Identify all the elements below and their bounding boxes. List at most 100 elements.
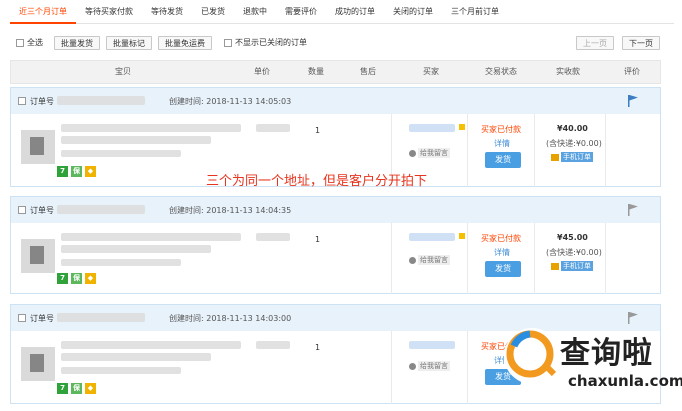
gold-seller-icon: ◆ bbox=[85, 273, 96, 284]
quantity-value: 1 bbox=[315, 235, 321, 244]
hide-closed-toggle[interactable]: 不显示已关闭的订单 bbox=[224, 36, 307, 50]
redacted-buyer-name[interactable] bbox=[409, 341, 455, 349]
buyer-level-icon bbox=[459, 233, 465, 239]
redacted-unit-price bbox=[256, 233, 290, 241]
ship-button[interactable]: 发货 bbox=[485, 152, 521, 168]
mobile-order: 手机订单 bbox=[551, 261, 593, 271]
redacted-unit-price bbox=[256, 341, 290, 349]
product-thumbnail[interactable] bbox=[21, 130, 55, 164]
col-unit-price: 单价 bbox=[254, 67, 270, 76]
order-created-time: 创建时间: 2018-11-13 14:05:03 bbox=[169, 97, 292, 106]
mobile-order-icon bbox=[551, 262, 559, 270]
logo-mark bbox=[504, 328, 560, 384]
redacted-product-title bbox=[61, 124, 241, 132]
buyer-level-icon bbox=[459, 124, 465, 130]
tab-successful[interactable]: 成功的订单 bbox=[326, 0, 384, 24]
quantity-value: 1 bbox=[315, 343, 321, 352]
tab-awaiting-payment[interactable]: 等待买家付款 bbox=[76, 0, 142, 24]
guarantee-icon: 保 bbox=[71, 383, 82, 394]
buyer-message-label: 给我留言 bbox=[418, 361, 450, 371]
next-page-button[interactable]: 下一页 bbox=[622, 36, 660, 50]
batch-free-shipping-button[interactable]: 批量免运费 bbox=[158, 36, 212, 50]
mobile-order-label: 手机订单 bbox=[561, 152, 593, 162]
order-number-label: 订单号 bbox=[30, 206, 54, 215]
col-review: 评价 bbox=[624, 67, 640, 76]
col-buyer: 买家 bbox=[423, 67, 439, 76]
postage-info: (含快递:¥0.00) bbox=[546, 139, 602, 148]
tab-last-three-months[interactable]: 近三个月订单 bbox=[10, 0, 76, 24]
hide-closed-label: 不显示已关闭的订单 bbox=[235, 38, 307, 47]
batch-ship-button[interactable]: 批量发货 bbox=[54, 36, 100, 50]
hide-closed-checkbox[interactable] bbox=[224, 38, 232, 47]
select-all-checkbox[interactable] bbox=[16, 38, 24, 47]
tab-older[interactable]: 三个月前订单 bbox=[442, 0, 508, 24]
service-badges: 7 保 ◆ bbox=[57, 383, 96, 394]
mobile-order: 手机订单 bbox=[551, 152, 593, 162]
received-amount: ¥40.00 bbox=[557, 124, 588, 133]
guarantee-icon: 保 bbox=[71, 166, 82, 177]
batch-mark-button[interactable]: 批量标记 bbox=[106, 36, 152, 50]
order-detail-link[interactable]: 详情 bbox=[494, 247, 510, 258]
mobile-order-label: 手机订单 bbox=[561, 261, 593, 271]
product-thumbnail[interactable] bbox=[21, 239, 55, 273]
redacted-unit-price bbox=[256, 124, 290, 132]
quantity-value: 1 bbox=[315, 126, 321, 135]
annotation-text: 三个为同一个地址，但是客户分开拍下 bbox=[206, 174, 428, 189]
buyer-message[interactable]: 给我留言 bbox=[409, 361, 450, 371]
service-badges: 7 保 ◆ bbox=[57, 166, 96, 177]
message-icon bbox=[409, 149, 416, 157]
prev-page-button[interactable]: 上一页 bbox=[576, 36, 614, 50]
order-checkbox[interactable] bbox=[18, 314, 26, 322]
select-all-label: 全选 bbox=[27, 38, 43, 47]
watermark-cn: 查询啦 bbox=[560, 336, 653, 371]
col-trade-status: 交易状态 bbox=[485, 67, 517, 76]
select-all[interactable]: 全选 bbox=[16, 36, 43, 50]
col-received: 实收款 bbox=[556, 67, 580, 76]
watermark-logo: 查询啦 chaxunla.com bbox=[500, 318, 682, 408]
redacted-order-number bbox=[57, 205, 145, 214]
buyer-message[interactable]: 给我留言 bbox=[409, 255, 450, 265]
order-tabs: 近三个月订单 等待买家付款 等待发货 已发货 退款中 需要评价 成功的订单 关闭… bbox=[10, 0, 674, 24]
redacted-buyer-name[interactable] bbox=[409, 124, 455, 132]
order-detail-link[interactable]: 详情 bbox=[494, 138, 510, 149]
search-magnifier-icon bbox=[506, 330, 557, 378]
ship-button[interactable]: 发货 bbox=[485, 261, 521, 277]
tab-shipped[interactable]: 已发货 bbox=[192, 0, 234, 24]
order-checkbox[interactable] bbox=[18, 97, 26, 105]
tab-closed[interactable]: 关闭的订单 bbox=[384, 0, 442, 24]
buyer-message[interactable]: 给我留言 bbox=[409, 148, 450, 158]
order-number-label: 订单号 bbox=[30, 314, 54, 323]
seven-day-return-icon: 7 bbox=[57, 166, 68, 177]
message-icon bbox=[409, 362, 416, 370]
seven-day-return-icon: 7 bbox=[57, 383, 68, 394]
order-card: 订单号 创建时间: 2018-11-13 14:04:35 7 保 ◆ 1 给我… bbox=[10, 196, 661, 294]
message-icon bbox=[409, 256, 416, 264]
order-number-label: 订单号 bbox=[30, 97, 54, 106]
col-quantity: 数量 bbox=[308, 67, 324, 76]
col-after-sale: 售后 bbox=[360, 67, 376, 76]
gold-seller-icon: ◆ bbox=[85, 383, 96, 394]
service-badges: 7 保 ◆ bbox=[57, 273, 96, 284]
order-header: 订单号 创建时间: 2018-11-13 14:05:03 bbox=[11, 88, 660, 114]
tab-need-review[interactable]: 需要评价 bbox=[276, 0, 326, 24]
order-created-time: 创建时间: 2018-11-13 14:03:00 bbox=[169, 314, 292, 323]
trade-status: 买家已付款 bbox=[481, 234, 521, 243]
gold-seller-icon: ◆ bbox=[85, 166, 96, 177]
tab-awaiting-shipment[interactable]: 等待发货 bbox=[142, 0, 192, 24]
buyer-message-label: 给我留言 bbox=[418, 148, 450, 158]
redacted-product-title bbox=[61, 233, 241, 241]
buyer-message-label: 给我留言 bbox=[418, 255, 450, 265]
tab-refunding[interactable]: 退款中 bbox=[234, 0, 276, 24]
redacted-order-number bbox=[57, 96, 145, 105]
col-item: 宝贝 bbox=[115, 67, 131, 76]
redacted-buyer-name[interactable] bbox=[409, 233, 455, 241]
flag-icon[interactable] bbox=[628, 204, 638, 216]
order-created-time: 创建时间: 2018-11-13 14:04:35 bbox=[169, 206, 292, 215]
flag-icon[interactable] bbox=[628, 95, 638, 107]
order-checkbox[interactable] bbox=[18, 206, 26, 214]
mobile-order-icon bbox=[551, 153, 559, 161]
trade-status: 买家已付款 bbox=[481, 125, 521, 134]
table-header: 宝贝 单价 数量 售后 买家 交易状态 实收款 评价 bbox=[10, 60, 661, 84]
seven-day-return-icon: 7 bbox=[57, 273, 68, 284]
product-thumbnail[interactable] bbox=[21, 347, 55, 381]
